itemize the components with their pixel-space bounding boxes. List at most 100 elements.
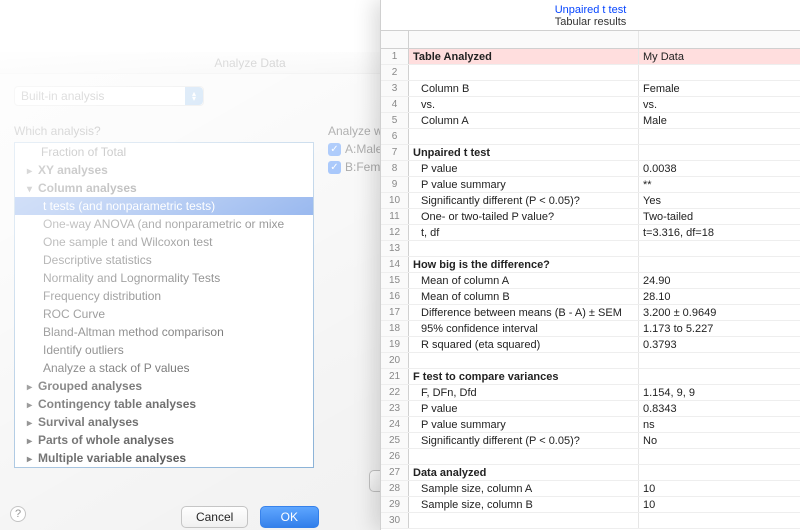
results-row[interactable]: 13 <box>381 241 800 257</box>
results-row[interactable]: 6 <box>381 129 800 145</box>
results-row[interactable]: 1895% confidence interval1.173 to 5.227 <box>381 321 800 337</box>
result-value-cell: Yes <box>639 193 800 208</box>
result-value-cell <box>639 353 800 368</box>
row-number: 14 <box>381 257 409 272</box>
tree-group[interactable]: Nested analyses <box>15 467 313 468</box>
tree-item[interactable]: Identify outliers <box>15 341 313 359</box>
tree-group[interactable]: Grouped analyses <box>15 377 313 395</box>
which-analysis-label: Which analysis? <box>14 124 314 138</box>
results-row[interactable]: 26 <box>381 449 800 465</box>
result-label-cell: Column B <box>409 81 639 96</box>
cancel-button[interactable]: Cancel <box>181 506 248 528</box>
result-label-cell: F, DFn, Dfd <box>409 385 639 400</box>
result-value-cell: t=3.316, df=18 <box>639 225 800 240</box>
results-row[interactable]: 29Sample size, column B10 <box>381 497 800 513</box>
result-label-cell: One- or two-tailed P value? <box>409 209 639 224</box>
result-label-cell: Mean of column A <box>409 273 639 288</box>
tree-item[interactable]: ROC Curve <box>15 305 313 323</box>
results-row[interactable]: 24P value summaryns <box>381 417 800 433</box>
result-label-cell: F test to compare variances <box>409 369 639 384</box>
row-number: 2 <box>381 65 409 80</box>
results-row[interactable]: 15Mean of column A24.90 <box>381 273 800 289</box>
column-header-row <box>381 31 800 49</box>
tree-group[interactable]: Survival analyses <box>15 413 313 431</box>
results-row[interactable]: 17Difference between means (B - A) ± SEM… <box>381 305 800 321</box>
results-row[interactable]: 22F, DFn, Dfd1.154, 9, 9 <box>381 385 800 401</box>
result-value-cell: 10 <box>639 481 800 496</box>
row-number: 1 <box>381 49 409 64</box>
tree-item[interactable]: Analyze a stack of P values <box>15 359 313 377</box>
result-label-cell: Difference between means (B - A) ± SEM <box>409 305 639 320</box>
analysis-tree[interactable]: Fraction of Total XY analyses Column ana… <box>14 142 314 468</box>
results-row[interactable]: 5Column AMale <box>381 113 800 129</box>
results-row[interactable]: 19R squared (eta squared)0.3793 <box>381 337 800 353</box>
result-label-cell: Unpaired t test <box>409 145 639 160</box>
results-row[interactable]: 21F test to compare variances <box>381 369 800 385</box>
results-row[interactable]: 27Data analyzed <box>381 465 800 481</box>
results-sheet: Unpaired t test Tabular results 1Table A… <box>380 0 800 530</box>
result-label-cell: P value <box>409 401 639 416</box>
results-row[interactable]: 12t, dft=3.316, df=18 <box>381 225 800 241</box>
results-row[interactable]: 9P value summary** <box>381 177 800 193</box>
results-row[interactable]: 10Significantly different (P < 0.05)?Yes <box>381 193 800 209</box>
tree-item[interactable]: Normality and Lognormality Tests <box>15 269 313 287</box>
row-number: 6 <box>381 129 409 144</box>
result-value-cell: 0.8343 <box>639 401 800 416</box>
row-number: 8 <box>381 161 409 176</box>
results-row[interactable]: 7Unpaired t test <box>381 145 800 161</box>
result-value-cell: 0.0038 <box>639 161 800 176</box>
result-label-cell: Column A <box>409 113 639 128</box>
result-value-cell <box>639 241 800 256</box>
ok-button[interactable]: OK <box>260 506 319 528</box>
results-row[interactable]: 20 <box>381 353 800 369</box>
result-value-cell: 10 <box>639 497 800 512</box>
results-row[interactable]: 1Table AnalyzedMy Data <box>381 49 800 65</box>
row-number: 24 <box>381 417 409 432</box>
results-row[interactable]: 2 <box>381 65 800 81</box>
tree-group-xy[interactable]: XY analyses <box>15 161 313 179</box>
row-number: 25 <box>381 433 409 448</box>
tree-group[interactable]: Contingency table analyses <box>15 395 313 413</box>
result-value-cell: 24.90 <box>639 273 800 288</box>
result-label-cell: R squared (eta squared) <box>409 337 639 352</box>
result-label-cell: Data analyzed <box>409 465 639 480</box>
result-label-cell: P value summary <box>409 417 639 432</box>
tree-item[interactable]: Frequency distribution <box>15 287 313 305</box>
tree-item[interactable]: One-way ANOVA (and nonparametric or mixe <box>15 215 313 233</box>
results-row[interactable]: 30 <box>381 513 800 529</box>
tree-item[interactable]: One sample t and Wilcoxon test <box>15 233 313 251</box>
row-number: 22 <box>381 385 409 400</box>
result-label-cell <box>409 353 639 368</box>
row-number: 28 <box>381 481 409 496</box>
result-value-cell: ** <box>639 177 800 192</box>
results-row[interactable]: 14How big is the difference? <box>381 257 800 273</box>
results-row[interactable]: 4vs.vs. <box>381 97 800 113</box>
results-row[interactable]: 11One- or two-tailed P value?Two-tailed <box>381 209 800 225</box>
result-value-cell: 0.3793 <box>639 337 800 352</box>
analysis-type-select[interactable]: Built-in analysis ▴▾ <box>14 86 204 106</box>
results-title-link[interactable]: Unpaired t test <box>381 4 800 16</box>
results-row[interactable]: 8P value0.0038 <box>381 161 800 177</box>
result-label-cell: Mean of column B <box>409 289 639 304</box>
result-value-cell: My Data <box>639 49 800 64</box>
tree-item-ttests[interactable]: t tests (and nonparametric tests) <box>15 197 313 215</box>
results-row[interactable]: 28Sample size, column A10 <box>381 481 800 497</box>
tree-item[interactable]: Bland-Altman method comparison <box>15 323 313 341</box>
results-row[interactable]: 25Significantly different (P < 0.05)?No <box>381 433 800 449</box>
tree-item[interactable]: Descriptive statistics <box>15 251 313 269</box>
result-label-cell: Sample size, column A <box>409 481 639 496</box>
tree-group-column[interactable]: Column analyses <box>15 179 313 197</box>
result-label-cell <box>409 449 639 464</box>
result-value-cell: ns <box>639 417 800 432</box>
result-value-cell: vs. <box>639 97 800 112</box>
results-row[interactable]: 3Column BFemale <box>381 81 800 97</box>
tree-group[interactable]: Multiple variable analyses <box>15 449 313 467</box>
results-row[interactable]: 23P value0.8343 <box>381 401 800 417</box>
tree-item[interactable]: Fraction of Total <box>15 143 313 161</box>
result-value-cell: Female <box>639 81 800 96</box>
tree-group[interactable]: Parts of whole analyses <box>15 431 313 449</box>
result-label-cell <box>409 65 639 80</box>
result-label-cell: P value summary <box>409 177 639 192</box>
results-body: 1Table AnalyzedMy Data23Column BFemale4v… <box>381 49 800 529</box>
results-row[interactable]: 16Mean of column B28.10 <box>381 289 800 305</box>
